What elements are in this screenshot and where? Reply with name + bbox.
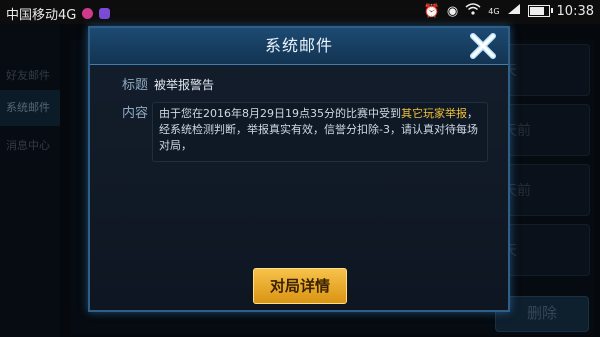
close-button[interactable] xyxy=(468,32,498,60)
match-details-button[interactable]: 对局详情 xyxy=(253,268,347,304)
system-mail-dialog: 系统邮件 标题 被举报警告 内容 由于您在2016年8月29日19点35分的比赛… xyxy=(88,26,510,312)
alarm-icon: ⏰ xyxy=(423,3,440,19)
content-box: 由于您在2016年8月29日19点35分的比赛中受到其它玩家举报，经系统检测判断… xyxy=(152,102,488,162)
notification-app-icon xyxy=(82,8,94,19)
content-text-part: 由于您在2016年8月29日19点35分的比赛中受到 xyxy=(159,107,401,120)
battery-icon xyxy=(527,5,553,17)
close-icon xyxy=(470,33,496,59)
dialog-header: 系统邮件 xyxy=(90,28,508,65)
dialog-body: 标题 被举报警告 内容 由于您在2016年8月29日19点35分的比赛中受到其它… xyxy=(102,68,496,244)
content-label: 内容 xyxy=(122,106,149,121)
subject-value: 被举报警告 xyxy=(154,78,215,92)
signal-icon xyxy=(507,3,521,19)
network-type: 4G xyxy=(488,6,500,16)
wifi-icon xyxy=(465,3,481,19)
notification-game-icon xyxy=(99,8,111,19)
status-bar: 中国移动4G ⏰ ◉ 4G 10:38 xyxy=(0,0,600,24)
carrier-label: 中国移动4G xyxy=(6,8,77,23)
subject-label: 标题 xyxy=(122,78,149,93)
mail-content: 由于您在2016年8月29日19点35分的比赛中受到其它玩家举报，经系统检测判断… xyxy=(159,106,481,154)
dialog-title: 系统邮件 xyxy=(264,36,333,55)
eye-icon: ◉ xyxy=(446,3,459,19)
clock: 10:38 xyxy=(556,3,594,19)
content-highlight: 其它玩家举报 xyxy=(400,107,467,120)
